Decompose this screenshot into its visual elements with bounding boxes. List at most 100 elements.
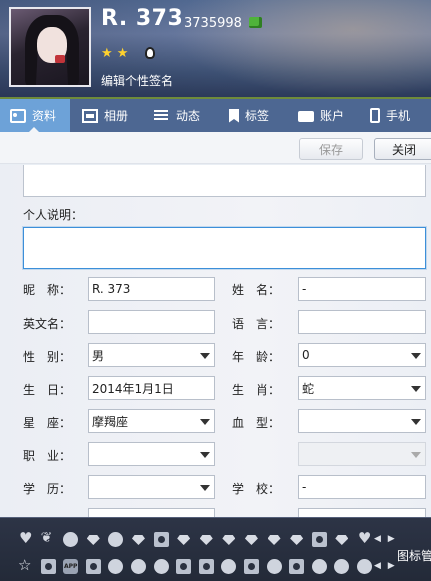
tab-account[interactable]: 账户 xyxy=(288,99,360,132)
desc-input[interactable] xyxy=(23,227,426,269)
profile-uin: 3735998 xyxy=(184,16,242,31)
icon-manager-link[interactable]: 图标管 xyxy=(397,547,431,564)
avatar[interactable] xyxy=(9,7,91,87)
job-sub-select xyxy=(298,442,426,466)
language-label: 语 言： xyxy=(232,317,281,331)
figure-icon[interactable] xyxy=(108,532,124,547)
feed-list-icon xyxy=(154,109,170,123)
star-icon[interactable] xyxy=(18,556,33,574)
language-field[interactable] xyxy=(298,310,426,334)
vip-badge-icon[interactable] xyxy=(249,17,262,28)
heart-icon[interactable] xyxy=(357,529,372,547)
chevron-down-icon xyxy=(411,353,421,359)
photo-icon xyxy=(82,108,98,123)
dock-row-1-arrows-icon[interactable]: ◀ ▶ xyxy=(374,534,397,544)
tab-label: 手机 xyxy=(386,109,411,123)
shopping-icon[interactable] xyxy=(289,559,305,574)
pet-icon[interactable] xyxy=(130,559,146,574)
diamond-icon[interactable] xyxy=(131,532,146,547)
avatar-ribbon xyxy=(55,55,65,63)
job-select[interactable] xyxy=(88,442,215,466)
qq-show-icon[interactable] xyxy=(153,532,169,547)
diamond-icon[interactable] xyxy=(199,532,214,547)
gender-select[interactable]: 男 xyxy=(88,343,215,367)
tab-label: 标签 xyxy=(245,109,270,123)
dock-row-2: APP xyxy=(18,556,380,574)
signature-edit[interactable]: 编辑个性签名 xyxy=(101,72,173,89)
chevron-down-icon xyxy=(411,419,421,425)
education-select[interactable] xyxy=(88,475,215,499)
tab-album[interactable]: 相册 xyxy=(72,99,144,132)
tab-profile[interactable]: 资料 xyxy=(0,99,70,133)
phone-icon xyxy=(370,108,380,123)
diamond-icon[interactable] xyxy=(267,532,282,547)
dock-row-2-arrows-icon[interactable]: ◀ ▶ xyxy=(374,561,397,571)
penguin-icon[interactable] xyxy=(145,47,155,59)
game-icon[interactable] xyxy=(108,559,124,574)
tab-label: 资料 xyxy=(32,109,57,123)
mail-icon[interactable] xyxy=(198,559,214,574)
weibo-icon[interactable] xyxy=(221,559,237,574)
zodiac-select[interactable]: 蛇 xyxy=(298,376,426,400)
tab-tags[interactable]: 标签 xyxy=(219,99,291,132)
gender-value: 男 xyxy=(92,348,105,363)
save-button[interactable]: 保存 xyxy=(299,138,363,160)
video-icon[interactable] xyxy=(176,559,192,574)
blood-label: 血 型： xyxy=(232,416,281,430)
diamond-icon[interactable] xyxy=(221,532,236,547)
school-label: 学 校： xyxy=(232,482,281,496)
security-icon[interactable] xyxy=(356,559,372,574)
age-select[interactable]: 0 xyxy=(298,343,426,367)
next-row-field[interactable] xyxy=(88,508,215,517)
chevron-down-icon xyxy=(411,386,421,392)
desc-label: 个人说明： xyxy=(23,208,84,222)
gender-label: 性 别： xyxy=(23,350,72,364)
zodiac-label: 生 肖： xyxy=(232,383,281,397)
nickname-field[interactable]: R. 373 xyxy=(88,277,215,301)
name-field[interactable]: - xyxy=(298,277,426,301)
app-icon[interactable]: APP xyxy=(63,559,79,574)
blood-select[interactable] xyxy=(298,409,426,433)
sports-icon[interactable] xyxy=(266,559,282,574)
close-button[interactable]: 关闭 xyxy=(374,138,431,160)
previous-textarea[interactable] xyxy=(23,165,426,197)
diamond-icon[interactable] xyxy=(176,532,191,547)
english-name-label: 英文名： xyxy=(23,317,72,331)
profile-tabs: 资料 相册 动态 标签 账户 手机 xyxy=(0,97,431,133)
school-field[interactable]: - xyxy=(298,475,426,499)
icon-dock: ◀ ▶ APP ◀ ▶ 图标管 xyxy=(0,517,431,581)
name-label: 姓 名： xyxy=(232,283,281,297)
action-bar: 保存 关闭 xyxy=(0,132,431,164)
dock-row-1 xyxy=(18,529,380,547)
heart-icon[interactable] xyxy=(18,529,33,547)
tab-label: 相册 xyxy=(104,109,129,123)
next-row-field[interactable] xyxy=(298,508,426,517)
constellation-select[interactable]: 摩羯座 xyxy=(88,409,215,433)
constellation-value: 摩羯座 xyxy=(92,414,129,429)
wallet-icon xyxy=(298,111,314,122)
fashion-icon[interactable] xyxy=(311,559,327,574)
diamond-icon[interactable] xyxy=(334,532,349,547)
diamond-icon[interactable] xyxy=(289,532,304,547)
chevron-down-icon xyxy=(200,353,210,359)
english-name-field[interactable] xyxy=(88,310,215,334)
tab-feed[interactable]: 动态 xyxy=(144,99,216,132)
constellation-label: 星 座： xyxy=(23,416,72,430)
profile-nickname: R. 373 xyxy=(101,6,184,31)
birthday-field[interactable]: 2014年1月1日 xyxy=(88,376,215,400)
chevron-down-icon xyxy=(200,485,210,491)
book-icon[interactable] xyxy=(243,559,259,574)
music-icon[interactable] xyxy=(153,559,169,574)
tab-phone[interactable]: 手机 xyxy=(360,99,431,132)
age-label: 年 龄： xyxy=(232,350,281,364)
weather-icon[interactable] xyxy=(334,559,350,574)
qq-show-icon[interactable] xyxy=(311,532,327,547)
level-stars-icon[interactable]: ★ ★ xyxy=(101,46,128,61)
diamond-icon[interactable] xyxy=(86,532,101,547)
bird-icon[interactable] xyxy=(41,530,56,547)
qzone-icon[interactable] xyxy=(40,559,56,574)
trophy-icon[interactable] xyxy=(63,532,79,547)
profile-header: R. 373 3735998 ★ ★ 编辑个性签名 xyxy=(0,0,431,97)
diamond-icon[interactable] xyxy=(244,532,259,547)
camera-icon[interactable] xyxy=(85,559,101,574)
